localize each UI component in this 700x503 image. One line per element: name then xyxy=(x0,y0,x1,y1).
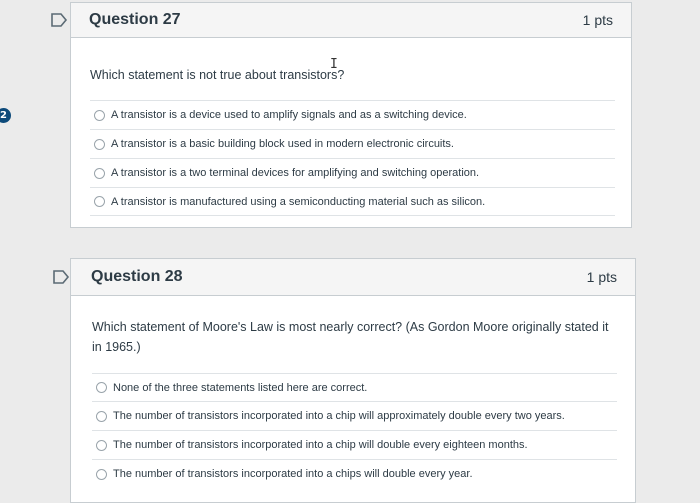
answer-list: None of the three statements listed here… xyxy=(92,373,617,488)
answer-label: The number of transistors incorporated i… xyxy=(113,439,528,451)
radio-button[interactable] xyxy=(94,167,105,179)
answer-label: The number of transistors incorporated i… xyxy=(113,468,473,480)
answer-label: A transistor is a basic building block u… xyxy=(111,138,454,150)
question-points: 1 pts xyxy=(582,12,613,28)
flag-question-icon[interactable] xyxy=(50,13,68,27)
radio-button[interactable] xyxy=(94,109,105,121)
answer-option[interactable]: A transistor is a device used to amplify… xyxy=(90,100,615,129)
answer-label: A transistor is a device used to amplify… xyxy=(111,109,467,121)
answer-label: The number of transistors incorporated i… xyxy=(113,410,565,422)
answer-label: A transistor is a two terminal devices f… xyxy=(111,167,480,179)
question-card: Question 27 1 pts Which statement is not… xyxy=(70,2,632,228)
answer-option[interactable]: The number of transistors incorporated i… xyxy=(92,401,617,430)
radio-button[interactable] xyxy=(94,196,105,207)
text-cursor-icon: I xyxy=(330,57,338,72)
flag-question-icon[interactable] xyxy=(52,270,70,284)
answer-label: None of the three statements listed here… xyxy=(113,381,368,394)
answer-option[interactable]: A transistor is manufactured using a sem… xyxy=(90,187,615,216)
question-header: Question 28 1 pts xyxy=(71,259,635,296)
question-header: Question 27 1 pts xyxy=(71,3,631,38)
answer-option[interactable]: The number of transistors incorporated i… xyxy=(92,459,617,488)
question-points: 1 pts xyxy=(586,269,617,285)
question-title: Question 27 xyxy=(89,11,181,28)
question-text: Which statement is not true about transi… xyxy=(90,68,345,82)
answer-list: A transistor is a device used to amplify… xyxy=(90,100,615,216)
answer-option[interactable]: A transistor is a basic building block u… xyxy=(90,129,615,158)
question-number-badge: 2 xyxy=(0,108,11,123)
answer-option[interactable]: None of the three statements listed here… xyxy=(92,373,617,401)
radio-button[interactable] xyxy=(96,468,107,480)
question-card: Question 28 1 pts Which statement of Moo… xyxy=(70,258,636,503)
answer-label: A transistor is manufactured using a sem… xyxy=(111,195,486,208)
radio-button[interactable] xyxy=(94,138,105,150)
answer-option[interactable]: A transistor is a two terminal devices f… xyxy=(90,158,615,187)
question-title: Question 28 xyxy=(91,268,183,285)
question-text: Which statement of Moore's Law is most n… xyxy=(92,320,609,354)
answer-option[interactable]: The number of transistors incorporated i… xyxy=(92,430,617,459)
radio-button[interactable] xyxy=(96,410,107,422)
radio-button[interactable] xyxy=(96,382,107,393)
radio-button[interactable] xyxy=(96,439,107,451)
